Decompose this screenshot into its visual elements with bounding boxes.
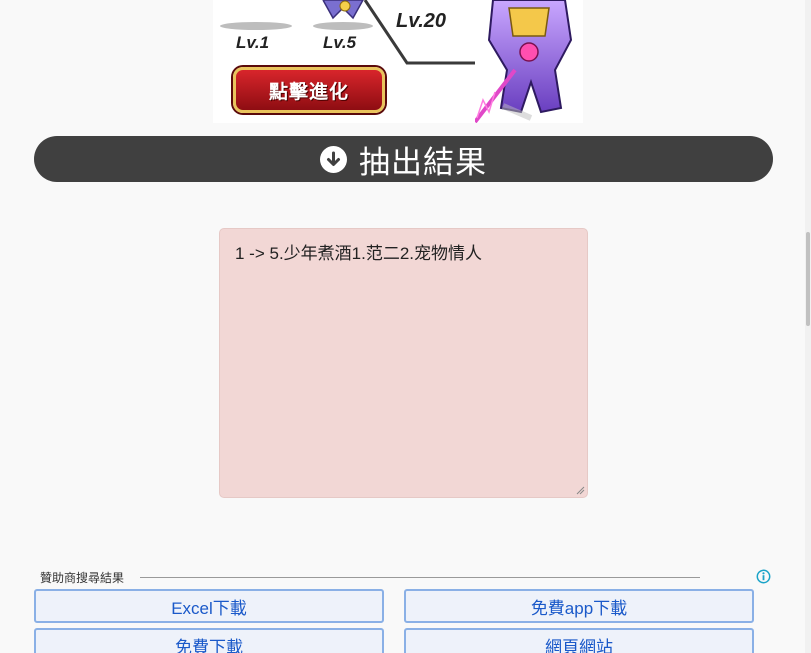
sponsored-divider [140, 577, 700, 578]
level-label-5: Lv.5 [323, 33, 357, 52]
evolution-ad-banner[interactable]: Lv.1 Lv.5 Lv.20 點擊進化 [213, 0, 583, 123]
arrow-down-circle-icon [320, 145, 347, 173]
sponsored-link-excel-download[interactable]: Excel下載 [34, 589, 384, 623]
sponsored-header: 贊助商搜尋結果 [38, 568, 773, 586]
sponsored-link-free-app-download[interactable]: 免費app下載 [404, 589, 754, 623]
level-label-1: Lv.1 [236, 33, 270, 52]
result-text: 1 -> 5.少年煮酒1.范二2.宠物情人 [235, 244, 483, 263]
result-header-bar: 抽出結果 [34, 136, 773, 182]
page: Lv.1 Lv.5 Lv.20 點擊進化 抽出結果 1 -> 5.少年煮酒1.范… [0, 0, 811, 653]
sponsored-link-web-site[interactable]: 網頁網站 [404, 628, 754, 653]
page-scrollbar[interactable] [805, 0, 811, 653]
resize-grip-icon[interactable] [576, 486, 585, 495]
scrollbar-thumb[interactable] [806, 232, 810, 326]
evolution-path-line [363, 0, 475, 65]
info-icon[interactable] [756, 569, 771, 584]
hero-sprite-lv20 [475, 0, 573, 123]
result-title: 抽出結果 [359, 144, 487, 181]
sponsored-label: 贊助商搜尋結果 [40, 569, 131, 586]
sponsored-link-free-download[interactable]: 免費下載 [34, 628, 384, 653]
pedestal-lv1 [220, 22, 292, 30]
evolve-button[interactable]: 點擊進化 [233, 67, 385, 113]
result-textarea[interactable]: 1 -> 5.少年煮酒1.范二2.宠物情人 [219, 228, 588, 498]
